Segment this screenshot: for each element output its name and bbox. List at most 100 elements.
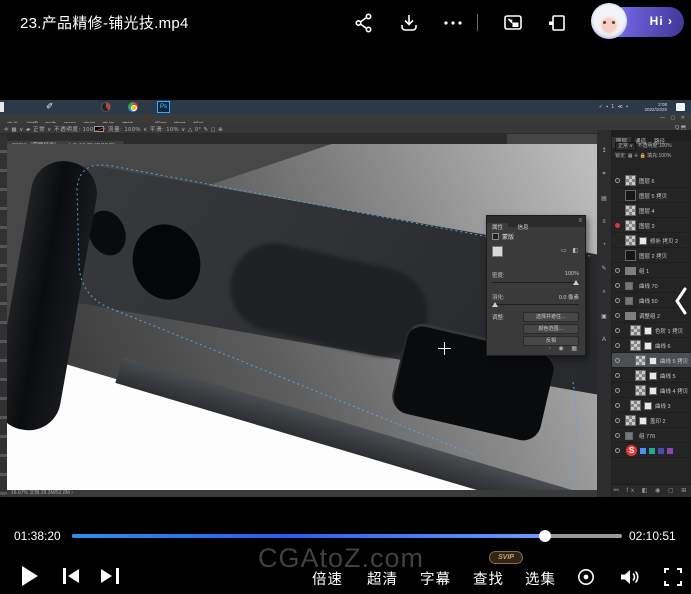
next-button[interactable] [101,568,119,584]
volume-button[interactable] [618,567,641,587]
dock-panel-icon: ⌗ [597,171,611,178]
layer-name: 图层 5 拷贝 [639,192,667,200]
document-tab-bar: 20211〔需要精修〕.psd @ 16.7%(RGB/8) × [7,134,507,144]
layer-name: 曲线 5 拷贝 [660,357,688,365]
notification-icon [676,103,685,111]
layer-thumbnail [635,370,646,381]
mini-window-button[interactable] [546,12,568,34]
window-controls: — ▢ ✕ [660,114,687,123]
layer-mask-thumbnail [639,237,647,245]
brush-swatch [94,126,104,132]
layer-visibility-eye [615,268,620,273]
progress-fill [72,534,545,538]
layer-name: 修补 拷贝 2 [650,237,678,245]
properties-panel: 属性 信息 ≡ 蒙版 ▭ ◧ 密度: 100% 羽化: 0.0 像素 调整: 选… [486,215,586,356]
lock-icons: 锁定: ▦ ✛ 🔒 [615,153,646,159]
dock-panel-icon: ◔ [597,242,611,248]
find-button[interactable]: 查找 [473,568,504,589]
top-bar: 23.产品精修-铺光技.mp4 [0,0,691,44]
layer-name: 图层 6 [639,177,655,185]
layer-mask-thumbnail [649,357,657,365]
feather-slider-thumb [492,302,498,307]
properties-panel-header: 属性 信息 ≡ [487,216,585,227]
layer-row: 曲线 5 拷贝 [612,353,691,368]
dock-panel-icon: ✎ [597,265,611,272]
opacity-value: 不透明度:100% [637,143,671,149]
share-icon [353,12,375,34]
layer-row: 组 1 [612,263,691,278]
taskbar-clock: 2:082022/10/25 [644,102,667,112]
progress-bar[interactable] [72,534,622,538]
tray-icon [640,448,646,454]
dock-panel-icon: ▣ [597,313,611,320]
speed-button[interactable]: 倍速 [312,568,343,589]
layer-visibility-eye [615,418,620,423]
picture-in-picture-button[interactable] [502,12,524,34]
layer-visibility-eye [615,178,620,183]
layer-visibility-eye [615,313,620,318]
layer-thumbnail [625,220,636,231]
layer-row: 图层 4 [612,203,691,218]
tray-icon [667,448,673,454]
layer-mask-thumbnail [649,387,657,395]
video-frame[interactable]: ✐ Ps ✓ ▪ 1 ≪ ▪ 2:082022/10/25 文件编辑图像图层文字… [0,100,691,497]
share-button[interactable] [353,12,375,34]
progress-thumb[interactable] [539,530,551,542]
episodes-button[interactable]: 选集 [525,568,556,589]
layer-mask-thumbnail [639,417,647,425]
download-icon [398,12,420,34]
chrome-icon [128,102,138,112]
layer-visibility-eye [615,358,620,363]
fullscreen-button[interactable] [663,567,683,587]
download-button[interactable] [398,12,420,34]
quality-button[interactable]: 超清 [367,568,398,589]
layer-row: 曲线 5 [612,368,691,383]
layer-thumbnail [625,205,636,216]
layer-row: S [612,443,691,458]
layer-row: 修补 拷贝 2 [612,233,691,248]
adjust-label: 调整: [492,313,505,321]
play-button[interactable] [22,566,38,586]
cast-icon [576,567,596,587]
window-icon [0,102,4,112]
total-time: 02:10:51 [629,529,676,543]
subtitles-button[interactable]: 字幕 [420,568,451,589]
density-slider [492,282,579,283]
mini-window-icon [546,12,568,34]
density-slider-thumb [573,280,579,285]
crosshair-cursor [438,342,451,355]
cast-button[interactable] [576,567,596,587]
fullscreen-icon [663,567,683,587]
more-icon [442,12,464,34]
dock-panel-icon: ≡ [597,219,611,225]
dock-panel-icon: ⌕ [597,289,611,296]
layer-mask-thumbnail [644,342,652,350]
layer-name: 曲线 3 [655,402,671,410]
previous-button[interactable] [63,568,81,584]
account-pill[interactable]: Hi › [593,7,684,37]
feather-value: 0.0 像素 [559,293,579,301]
feather-app-icon: ✐ [46,101,54,112]
layer-name: 图层 2 拷贝 [639,252,667,260]
app-icon-red [101,102,111,112]
mask-header-row: 蒙版 [492,232,514,241]
layer-name: 曲线 5 [660,372,676,380]
tray-icon [658,448,664,454]
layer-name: 调整组 2 [639,312,660,320]
layer-row: 图层 2 拷贝 [612,248,691,263]
layer-name: 曲线 6 [655,342,671,350]
mask-thumbnail [492,246,503,257]
current-time: 01:38:20 [14,529,61,543]
more-button[interactable] [442,12,464,34]
layer-row: 图层 6 [612,173,691,188]
photoshop-taskbar-icon: Ps [157,101,170,113]
layer-list: 图层 6图层 5 拷贝图层 4图层 3修补 拷贝 2图层 2 拷贝组 1曲线 7… [612,173,691,483]
layer-name: 组 1 [639,267,649,275]
volume-icon [618,567,641,587]
density-value: 100% [565,271,579,277]
layer-thumbnail [625,250,636,261]
layer-row: 色阶 1 拷贝 [612,323,691,338]
status-text: 16.67% 文档:39.3M/52.8M › [7,490,597,497]
playlist-toggle-chevron[interactable] [673,286,689,316]
blend-mode-row: 正常 ∨ 不透明度:100% [612,141,691,151]
